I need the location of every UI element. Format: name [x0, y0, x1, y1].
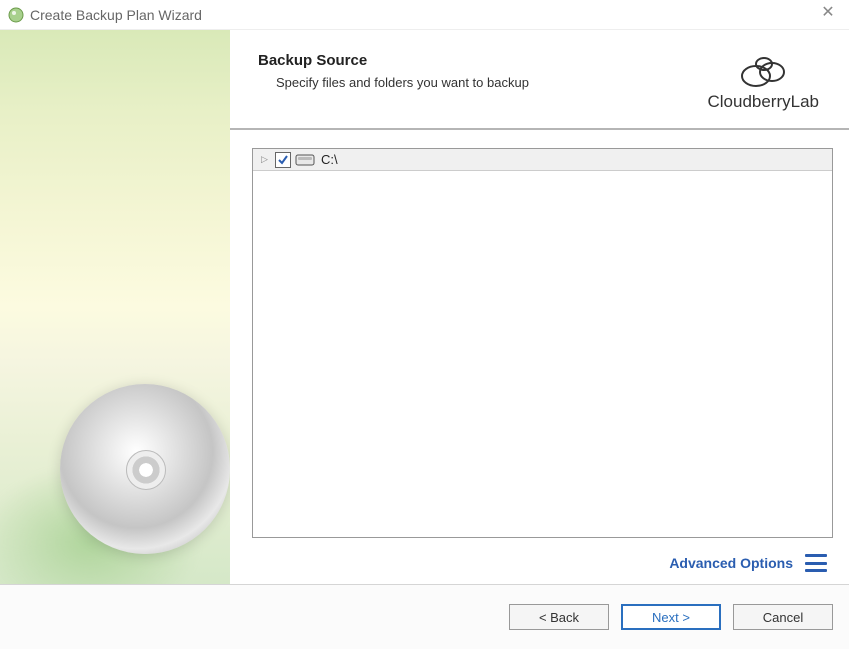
close-icon[interactable]: ✕: [819, 4, 837, 22]
source-tree[interactable]: ▷ C:\: [252, 148, 833, 538]
drive-icon: [295, 153, 315, 167]
next-button[interactable]: Next >: [621, 604, 721, 630]
cloud-icon: [736, 52, 790, 90]
titlebar: Create Backup Plan Wizard ✕: [0, 0, 849, 30]
app-icon: [8, 7, 24, 23]
page-subtitle: Specify files and folders you want to ba…: [276, 75, 529, 90]
wizard-footer: < Back Next > Cancel: [0, 584, 849, 649]
wizard-sidebar: [0, 30, 230, 584]
header-pane: Backup Source Specify files and folders …: [230, 30, 849, 130]
body-area: Backup Source Specify files and folders …: [0, 30, 849, 584]
tree-row-drive-c[interactable]: ▷ C:\: [253, 149, 832, 171]
brand: CloudberryLab: [707, 52, 819, 112]
back-button[interactable]: < Back: [509, 604, 609, 630]
expand-icon[interactable]: ▷: [261, 154, 271, 165]
window-title: Create Backup Plan Wizard: [30, 7, 202, 23]
advanced-row: Advanced Options: [230, 546, 849, 584]
checkbox-drive-c[interactable]: [275, 152, 291, 168]
brand-label: CloudberryLab: [707, 92, 819, 112]
main-panel: Backup Source Specify files and folders …: [230, 30, 849, 584]
menu-icon[interactable]: [805, 554, 827, 572]
advanced-options-link[interactable]: Advanced Options: [669, 555, 793, 571]
drive-label: C:\: [321, 152, 338, 167]
page-title: Backup Source: [258, 52, 529, 69]
cancel-button[interactable]: Cancel: [733, 604, 833, 630]
decorative-disc: [60, 384, 230, 554]
